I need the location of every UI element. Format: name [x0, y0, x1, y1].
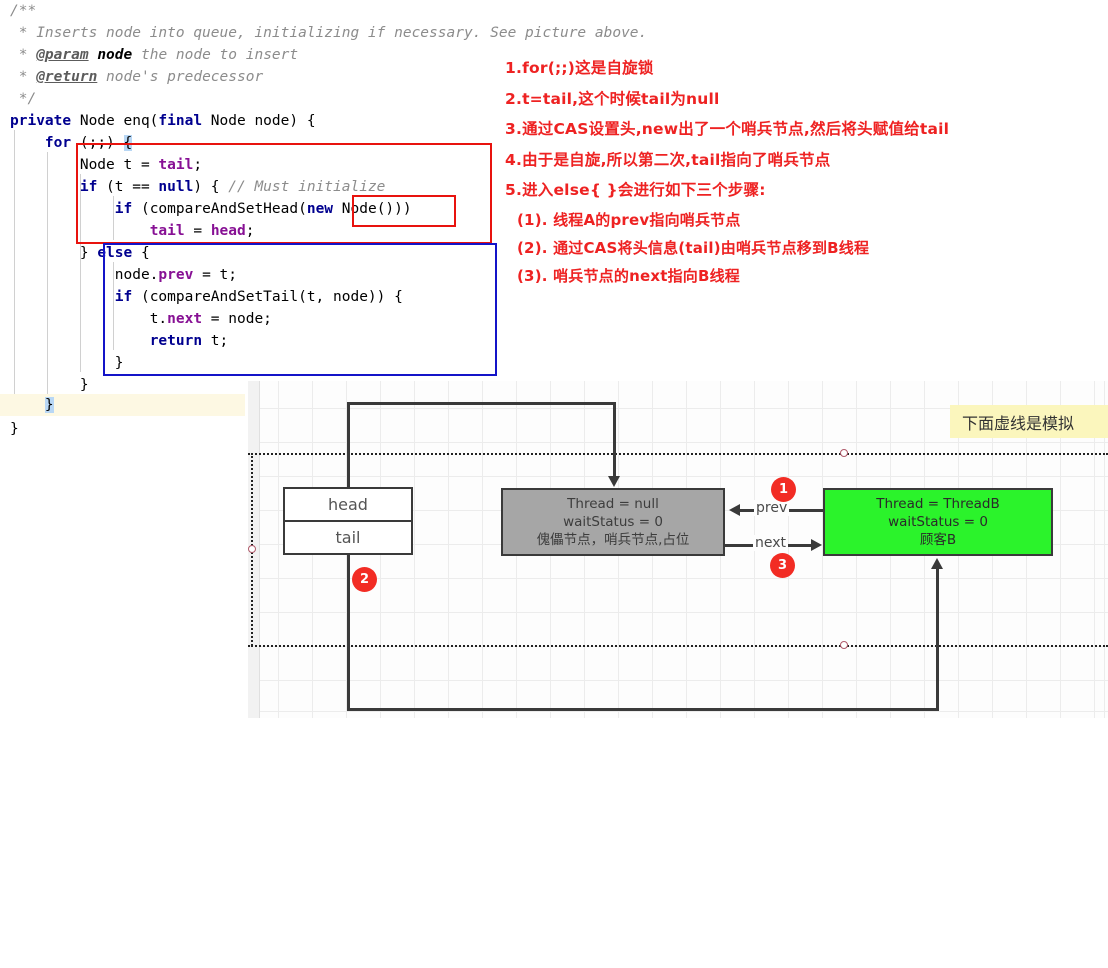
- step-badge-3: 3: [770, 553, 795, 578]
- keyword-else: else: [97, 245, 133, 261]
- threadb-desc: 顾客B: [919, 532, 957, 548]
- connector-head-down: [613, 402, 616, 477]
- arrowhead-next: [811, 539, 822, 551]
- connector-tail-across: [347, 708, 939, 711]
- code-comment-open: /**: [10, 3, 37, 19]
- if-cond-end: ) {: [193, 179, 229, 195]
- close-brace: }: [114, 355, 124, 371]
- keyword-null: null: [158, 179, 194, 195]
- method-signature: Node enq(: [71, 113, 159, 129]
- yellow-note: 下面虚线是模拟: [950, 405, 1108, 438]
- annotation-item-5: 5.进入else{ }会进行如下三个步骤:: [505, 181, 766, 199]
- annotation-item-4: 4.由于是自旋,所以第二次,tail指向了哨兵节点: [505, 150, 831, 169]
- javadoc-param-desc: the node to insert: [132, 47, 299, 63]
- edge-label-prev: prev: [754, 500, 790, 516]
- dashed-boundary-top: [248, 453, 1108, 455]
- arrowhead-prev: [729, 504, 740, 516]
- inline-comment: // Must initialize: [228, 179, 386, 195]
- threadb-waitstatus: waitStatus = 0: [888, 514, 988, 530]
- connector-tail-down: [347, 555, 350, 710]
- if-cond: (t ==: [97, 179, 159, 195]
- matched-brace: }: [44, 397, 54, 413]
- annotation-subitem-3: (3). 哨兵节点的next指向B线程: [517, 266, 741, 285]
- endpoint-handle[interactable]: [840, 449, 848, 457]
- javadoc-return-desc: node's predecessor: [97, 69, 264, 85]
- method-signature-rest: Node node) {: [202, 113, 316, 129]
- semicolon: ;: [193, 157, 203, 173]
- cas-head-call: (compareAndSetHead(: [132, 201, 307, 217]
- annotation-item-2: 2.t=tail,这个时候tail为null: [505, 89, 720, 108]
- keyword-final: final: [158, 113, 203, 129]
- else-brace: {: [132, 245, 150, 261]
- endpoint-handle[interactable]: [248, 545, 256, 553]
- field-head: head: [210, 223, 246, 239]
- edge-label-next: next: [753, 535, 789, 551]
- node-prev-recv: node.: [114, 267, 159, 283]
- keyword-new: new: [306, 201, 334, 217]
- assign-op: =: [184, 223, 211, 239]
- for-args: (;;): [71, 135, 124, 151]
- keyword-if: if: [114, 201, 133, 217]
- annotation-list: 1.for(;;)这是自旋锁 2.t=tail,这个时候tail为null 3.…: [505, 56, 1105, 293]
- node-prev-assign: = t;: [193, 267, 237, 283]
- keyword-if: if: [114, 289, 133, 305]
- code-comment-star: *: [10, 47, 37, 63]
- new-node-expr: Node(): [333, 201, 395, 217]
- sentinel-thread: Thread = null: [567, 496, 659, 512]
- stmt-node-t: Node t =: [79, 157, 159, 173]
- keyword-if: if: [79, 179, 98, 195]
- annotation-subitem-1: (1). 线程A的prev指向哨兵节点: [517, 210, 741, 229]
- matched-brace: {: [123, 135, 133, 151]
- arrowhead-to-threadb: [931, 558, 943, 569]
- return-value: t;: [202, 333, 229, 349]
- field-next: next: [167, 311, 203, 327]
- annotation-item-3: 3.通过CAS设置头,new出了一个哨兵节点,然后将头赋值给tail: [505, 120, 950, 138]
- sentinel-waitstatus: waitStatus = 0: [563, 514, 663, 530]
- field-tail: tail: [149, 223, 185, 239]
- javadoc-param-name: node: [88, 47, 133, 63]
- field-prev: prev: [158, 267, 194, 283]
- keyword-return: return: [149, 333, 203, 349]
- javadoc-return-tag: @return: [36, 69, 98, 85]
- head-cell: head: [285, 489, 411, 522]
- sentinel-desc: 傀儡节点，哨兵节点,占位: [536, 532, 690, 548]
- keyword-for: for: [44, 135, 72, 151]
- t-next-assign: = node;: [202, 311, 272, 327]
- keyword-private: private: [10, 113, 72, 129]
- sentinel-node[interactable]: Thread = null waitStatus = 0 傀儡节点，哨兵节点,占…: [501, 488, 725, 556]
- annotation-subitem-2: (2). 通过CAS将头信息(tail)由哨兵节点移到B线程: [517, 238, 870, 257]
- connector-tail-up: [936, 569, 939, 709]
- endpoint-handle[interactable]: [840, 641, 848, 649]
- close-brace: }: [10, 421, 19, 437]
- javadoc-param-tag: @param: [36, 47, 89, 63]
- threadb-thread: Thread = ThreadB: [876, 496, 1000, 512]
- code-comment-close: */: [10, 91, 37, 107]
- step-badge-2: 2: [352, 567, 377, 592]
- code-comment-star: *: [10, 69, 37, 85]
- annotation-item-1: 1.for(;;)这是自旋锁: [505, 59, 654, 77]
- head-tail-box[interactable]: head tail: [283, 487, 413, 555]
- code-editor[interactable]: /** * Inserts node into queue, initializ…: [0, 0, 647, 450]
- semicolon: ;: [245, 223, 255, 239]
- cas-head-close: )): [394, 201, 412, 217]
- tail-cell: tail: [335, 527, 361, 547]
- code-comment-desc: * Inserts node into queue, initializing …: [10, 25, 648, 41]
- threadb-node[interactable]: Thread = ThreadB waitStatus = 0 顾客B: [823, 488, 1053, 556]
- cas-tail-call: (compareAndSetTail(t, node)) {: [132, 289, 403, 305]
- dashed-boundary-bottom: [248, 645, 1108, 647]
- step-badge-1: 1: [771, 477, 796, 502]
- field-tail: tail: [158, 157, 194, 173]
- t-next-recv: t.: [149, 311, 168, 327]
- close-brace: }: [79, 245, 98, 261]
- arrowhead-to-sentinel: [608, 476, 620, 487]
- close-brace: }: [79, 377, 89, 393]
